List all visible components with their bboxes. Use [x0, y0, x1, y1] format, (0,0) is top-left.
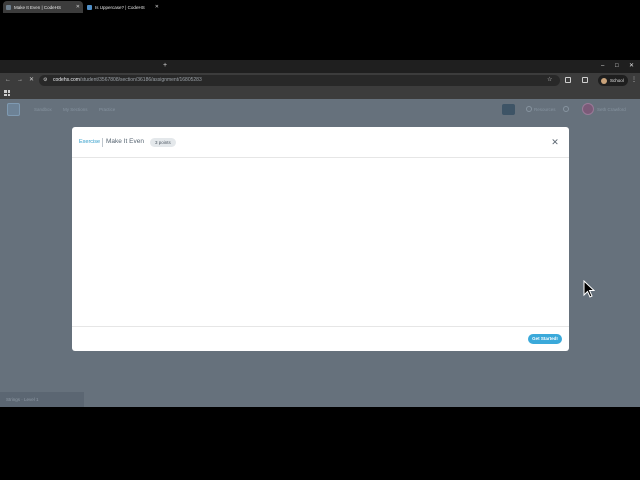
assignment-type-label: Exercise — [79, 139, 101, 145]
reload-icon[interactable]: ✕ — [29, 75, 34, 85]
tab-is-uppercase[interactable]: Is Uppercase? | CodeHS ✕ — [84, 1, 162, 13]
split-view-icon[interactable] — [582, 77, 588, 83]
codehs-favicon-icon — [87, 4, 92, 10]
tab-title: Make It Even | CodeHS — [14, 4, 61, 10]
points-badge: 3 points — [150, 138, 176, 147]
codehs-logo[interactable] — [7, 103, 20, 116]
notifications-icon[interactable] — [563, 106, 569, 112]
profile-button[interactable]: School — [598, 75, 628, 86]
browser-menu-icon[interactable]: ⋮ — [631, 76, 637, 84]
codehs-favicon-icon — [6, 4, 11, 10]
nav-my-sections[interactable]: My Sections — [63, 107, 88, 113]
nav-sandbox[interactable]: Sandbox — [34, 107, 52, 113]
header-divider — [102, 138, 103, 147]
close-icon[interactable]: ✕ — [550, 136, 560, 148]
status-footer: Strings · Level 1 — [0, 392, 84, 407]
avatar[interactable] — [582, 103, 594, 115]
modal-header: Exercise Make It Even 3 points ✕ — [72, 127, 569, 158]
new-tab-button[interactable]: + — [163, 61, 167, 71]
bookmarks-bar — [0, 88, 640, 99]
window-close-button[interactable]: ✕ — [629, 61, 634, 71]
modal-title: Make It Even — [106, 138, 144, 145]
maximize-button[interactable]: □ — [615, 61, 619, 71]
profile-label: School — [610, 78, 624, 83]
minimize-button[interactable]: – — [601, 61, 604, 71]
bookmark-star-icon[interactable]: ☆ — [547, 76, 552, 84]
get-started-button[interactable]: Get Started! — [528, 334, 562, 344]
tab-close-icon[interactable]: ✕ — [155, 4, 159, 10]
apps-grid-icon[interactable] — [4, 90, 10, 96]
nav-practice[interactable]: Practice — [99, 107, 115, 113]
exercise-modal: Exercise Make It Even 3 points ✕ Get Sta… — [72, 127, 569, 351]
tab-close-icon[interactable]: ✕ — [76, 4, 80, 10]
site-info-icon[interactable]: ⚙ — [43, 77, 49, 83]
back-arrow-icon[interactable]: ← — [5, 75, 11, 85]
profile-avatar — [601, 77, 607, 84]
modal-body — [72, 159, 569, 326]
forward-arrow-icon[interactable]: → — [17, 75, 23, 85]
modal-footer: Get Started! — [72, 326, 569, 351]
tab-make-it-even[interactable]: Make It Even | CodeHS ✕ — [3, 1, 83, 13]
mouse-pointer-icon — [583, 280, 595, 298]
screen: Make It Even | CodeHS ✕ Is Uppercase? | … — [0, 0, 640, 480]
extensions-icon[interactable] — [565, 77, 571, 83]
header-action-button[interactable] — [502, 104, 515, 115]
tab-title: Is Uppercase? | CodeHS — [95, 4, 145, 10]
browser-tab-strip — [0, 60, 640, 73]
url-host: codehs.com — [53, 77, 80, 83]
header-resources[interactable]: Resources — [534, 107, 556, 113]
url-path: /student/3567808/section/36186/assignmen… — [79, 77, 202, 83]
url-text[interactable]: codehs.com/student/3567808/section/36186… — [53, 77, 202, 84]
resources-icon — [526, 106, 532, 112]
header-user-name[interactable]: Seth Crawford — [597, 107, 626, 113]
